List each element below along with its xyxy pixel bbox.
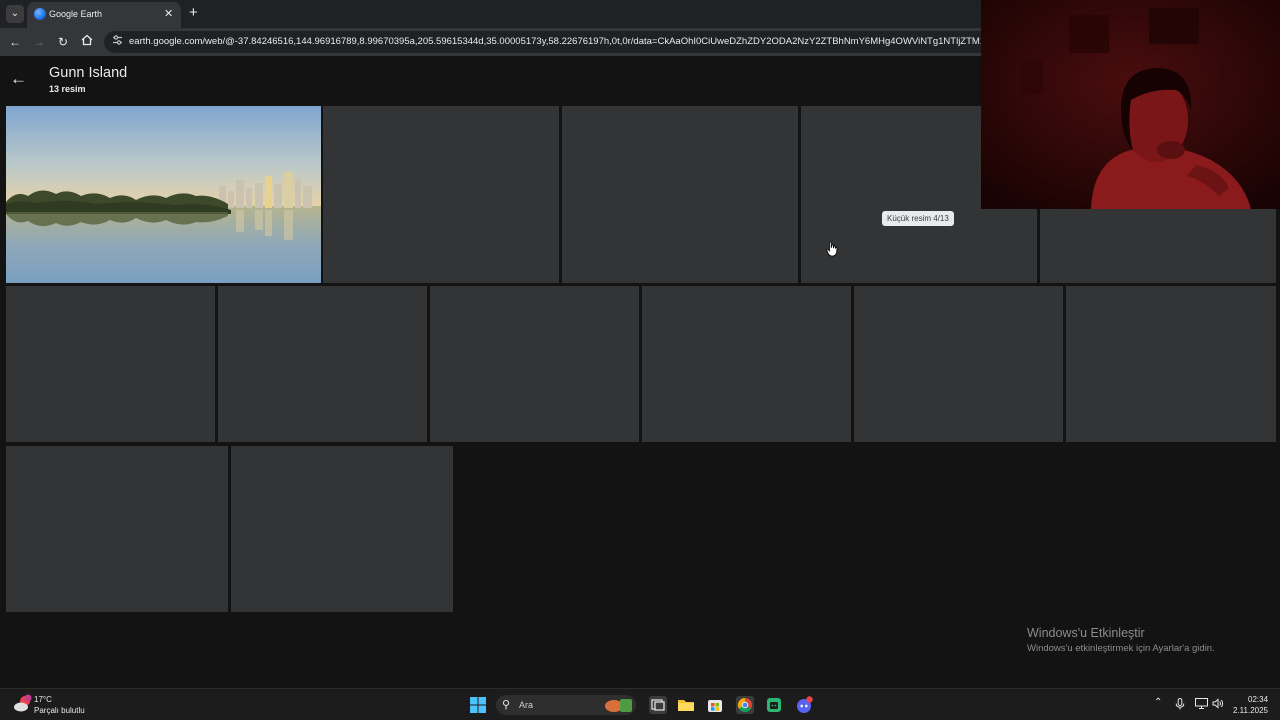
photo-tile-12[interactable] <box>6 446 228 612</box>
thumbnail-tooltip: Küçük resim 4/13 <box>882 211 954 226</box>
back-arrow-icon[interactable]: ← <box>10 69 27 89</box>
home-button[interactable] <box>79 34 95 50</box>
clock-time[interactable]: 02:34 <box>1248 695 1268 704</box>
photo-tile-3[interactable] <box>562 106 798 283</box>
windows-taskbar: 17°C Parçalı bulutlu ⚲ Ara ⌃ 02:34 2.11.… <box>0 688 1280 720</box>
image-count: 13 resim <box>49 84 86 94</box>
activation-watermark-subtitle: Windows'u etkinleştirmek için Ayarlar'a … <box>1027 643 1215 654</box>
microsoft-store-icon[interactable] <box>706 696 724 714</box>
network-icon[interactable] <box>1195 698 1208 712</box>
file-explorer-icon[interactable] <box>677 696 695 714</box>
close-icon[interactable]: ✕ <box>164 7 173 20</box>
new-tab-button[interactable]: + <box>189 4 198 21</box>
back-button[interactable]: ← <box>7 34 23 50</box>
url-text: earth.google.com/web/@-37.84246516,144.9… <box>129 36 989 47</box>
android-studio-icon[interactable] <box>765 696 783 714</box>
browser-tab[interactable]: Google Earth ✕ <box>27 2 181 28</box>
task-view-icon[interactable] <box>649 696 667 714</box>
weather-partly-cloudy-icon[interactable] <box>13 694 33 714</box>
tab-title: Google Earth <box>49 9 103 19</box>
chevron-up-icon[interactable]: ⌃ <box>1154 697 1162 708</box>
photo-tile-8[interactable] <box>430 286 639 442</box>
forward-button[interactable]: → <box>31 34 47 50</box>
search-icon: ⚲ <box>502 699 511 711</box>
photo-tile-2[interactable] <box>323 106 559 283</box>
search-highlight-icon <box>605 699 632 712</box>
reload-button[interactable]: ↻ <box>55 34 71 50</box>
home-icon <box>81 34 93 46</box>
photo-tile-11[interactable] <box>1066 286 1276 442</box>
windows-start-icon[interactable] <box>470 697 486 713</box>
tab-search-button[interactable]: ⌄ <box>6 5 24 23</box>
webcam-overlay <box>981 0 1280 209</box>
volume-icon[interactable] <box>1212 698 1224 712</box>
taskbar-search[interactable]: ⚲ Ara <box>496 695 636 715</box>
google-earth-icon <box>34 8 46 20</box>
photo-tile-13[interactable] <box>231 446 453 612</box>
weather-description: Parçalı bulutlu <box>34 706 85 715</box>
weather-temperature: 17°C <box>34 695 52 704</box>
search-label: Ara <box>519 700 534 710</box>
chrome-icon[interactable] <box>736 696 754 714</box>
photo-tile-6[interactable] <box>6 286 215 442</box>
activation-watermark-title: Windows'u Etkinleştir <box>1027 626 1145 640</box>
microphone-icon[interactable] <box>1175 698 1185 713</box>
lake-skyline-photo <box>6 106 321 283</box>
photo-tile-1[interactable] <box>6 106 321 283</box>
discord-icon[interactable] <box>795 696 813 714</box>
hand-cursor-icon <box>826 241 838 257</box>
site-info-icon[interactable] <box>112 35 123 48</box>
clock-date[interactable]: 2.11.2025 <box>1233 706 1268 715</box>
address-bar[interactable]: earth.google.com/web/@-37.84246516,144.9… <box>104 31 1004 53</box>
photo-tile-9[interactable] <box>642 286 851 442</box>
page-title: Gunn Island <box>49 65 128 81</box>
photo-tile-7[interactable] <box>218 286 427 442</box>
photo-tile-10[interactable] <box>854 286 1063 442</box>
